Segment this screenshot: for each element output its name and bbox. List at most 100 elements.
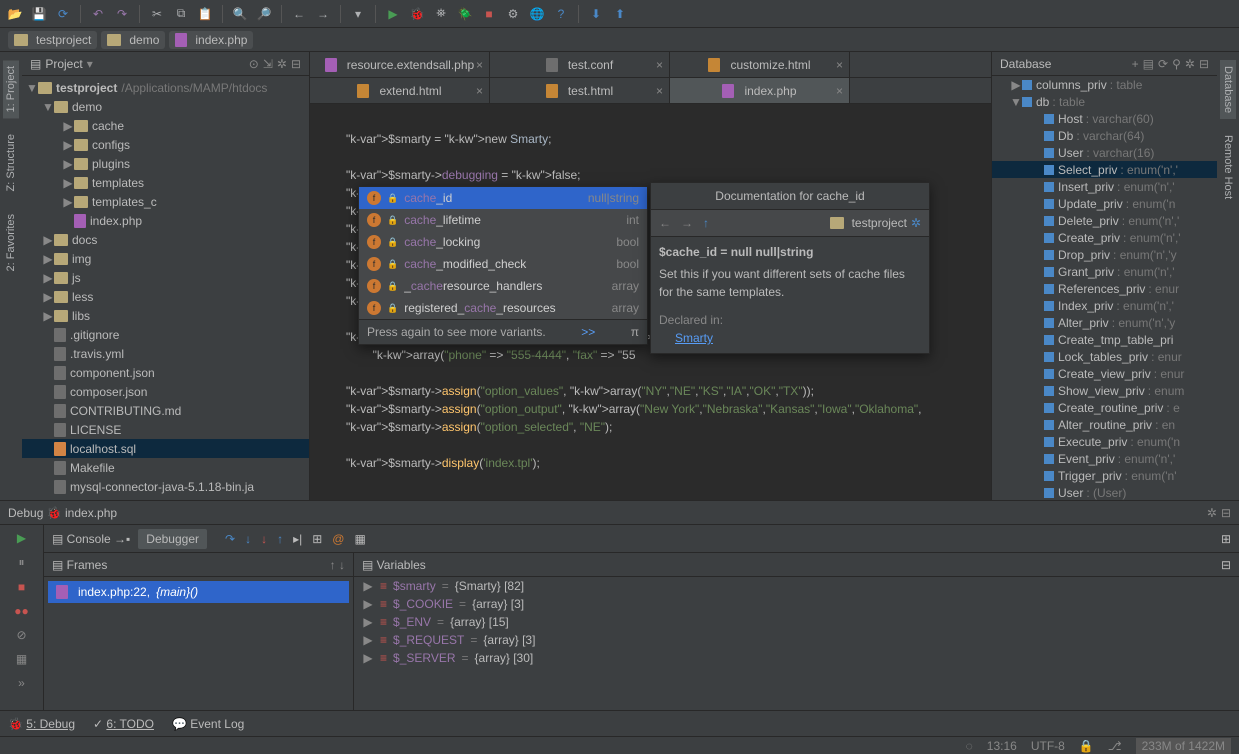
completion-item[interactable]: f 🔒 cache_modified_checkbool xyxy=(359,253,647,275)
completion-item[interactable]: f 🔒 cache_lifetimeint xyxy=(359,209,647,231)
db-row[interactable]: Trigger_priv: enum('n' xyxy=(992,467,1217,484)
code-line[interactable]: "k-var">$smarty = "k-kw">new Smarty; xyxy=(346,130,991,148)
resume-icon[interactable]: ▶ xyxy=(17,531,26,545)
tree-item[interactable]: ▶configs xyxy=(22,135,309,154)
editor-tab[interactable]: extend.html× xyxy=(310,78,490,103)
code-line[interactable] xyxy=(346,112,991,130)
project-tree[interactable]: ▼testproject/Applications/MAMP/htdocs ▼d… xyxy=(22,76,309,500)
code-line[interactable] xyxy=(346,364,991,382)
tree-item[interactable]: ▶js xyxy=(22,268,309,287)
tab-project[interactable]: 1: Project xyxy=(3,60,19,118)
restore-layout-icon[interactable]: ⊞ xyxy=(1221,532,1231,546)
variable-row[interactable]: ▶≡$_SERVER = {array} [30] xyxy=(354,649,1239,667)
db-row[interactable]: Drop_priv: enum('n','y xyxy=(992,246,1217,263)
db-add-icon[interactable]: + xyxy=(1132,57,1139,71)
tree-item[interactable]: localhost.sql xyxy=(22,439,309,458)
tab-structure[interactable]: Z: Structure xyxy=(3,128,19,197)
db-row[interactable]: Create_routine_priv: e xyxy=(992,399,1217,416)
db-row[interactable]: ▼db: table xyxy=(992,93,1217,110)
collapse-icon[interactable]: ⇲ xyxy=(263,57,273,71)
undo-icon[interactable]: ↶ xyxy=(89,5,107,23)
doc-up-icon[interactable]: ↑ xyxy=(703,214,709,232)
view-breakpoints-icon[interactable]: ●● xyxy=(14,604,29,618)
editor-tab[interactable]: index.php× xyxy=(670,78,850,103)
close-icon[interactable]: × xyxy=(836,58,843,72)
redo-icon[interactable]: ↷ xyxy=(113,5,131,23)
tab-database[interactable]: Database xyxy=(1220,60,1236,119)
tree-item[interactable]: mysql-connector-java-5.1.18-bin.ja xyxy=(22,477,309,496)
close-icon[interactable]: × xyxy=(656,58,663,72)
code-line[interactable]: "k-var">$smarty->assign("option_selected… xyxy=(346,418,991,436)
update-icon[interactable]: ⚙ xyxy=(504,5,522,23)
tree-item[interactable]: CONTRIBUTING.md xyxy=(22,401,309,420)
step-over-icon[interactable]: ↷ xyxy=(225,532,235,546)
close-icon[interactable]: × xyxy=(476,84,483,98)
status-debug[interactable]: 🐞 5: Debug xyxy=(8,717,75,731)
frame-item[interactable]: index.php:22, {main}() xyxy=(48,581,349,603)
tree-item[interactable]: ▶templates xyxy=(22,173,309,192)
doc-forward-icon[interactable]: → xyxy=(681,214,693,232)
save-icon[interactable]: 💾 xyxy=(30,5,48,23)
variable-row[interactable]: ▶≡$_REQUEST = {array} [3] xyxy=(354,631,1239,649)
editor-tab[interactable]: test.html× xyxy=(490,78,670,103)
tree-item[interactable]: ▶libs xyxy=(22,306,309,325)
hide-icon[interactable]: ⊟ xyxy=(291,57,301,71)
db-row[interactable]: Show_view_priv: enum xyxy=(992,382,1217,399)
db-row[interactable]: Update_priv: enum('n xyxy=(992,195,1217,212)
db-console-icon[interactable]: ▤ xyxy=(1143,57,1154,71)
database-tree[interactable]: ▶columns_priv: table▼db: tableHost: varc… xyxy=(992,76,1217,500)
code-line[interactable]: "k-var">$smarty->assign("option_output",… xyxy=(346,400,991,418)
target-icon[interactable]: ⊙ xyxy=(249,57,259,71)
db-filter-icon[interactable]: ⚲ xyxy=(1172,57,1181,71)
pause-icon[interactable]: ⏸ xyxy=(18,555,24,570)
tree-item[interactable]: component.json xyxy=(22,363,309,382)
paste-icon[interactable]: 📋 xyxy=(196,5,214,23)
db-row[interactable]: References_priv: enur xyxy=(992,280,1217,297)
help-icon[interactable]: ? xyxy=(552,5,570,23)
frame-up-icon[interactable]: ↑ xyxy=(330,558,336,572)
close-icon[interactable]: × xyxy=(476,58,483,72)
db-row[interactable]: Index_priv: enum('n',' xyxy=(992,297,1217,314)
more-icon[interactable]: » xyxy=(18,676,25,690)
doc-back-icon[interactable]: ← xyxy=(659,214,671,232)
db-row[interactable]: Select_priv: enum('n',' xyxy=(992,161,1217,178)
gear-icon[interactable]: ✲ xyxy=(277,57,287,71)
close-icon[interactable]: × xyxy=(656,84,663,98)
doc-link[interactable]: Smarty xyxy=(675,329,921,347)
debug-hide-icon[interactable]: ⊟ xyxy=(1221,506,1231,520)
db-gear-icon[interactable]: ✲ xyxy=(1185,57,1195,71)
tab-remote-host[interactable]: Remote Host xyxy=(1220,129,1236,205)
toggle-icon[interactable]: ▦ xyxy=(354,532,365,546)
completion-item[interactable]: f 🔒 registered_cache_resourcesarray xyxy=(359,297,647,319)
run-to-cursor-icon[interactable]: ▸| xyxy=(293,532,302,546)
stop-icon[interactable]: ■ xyxy=(18,580,25,594)
step-out-icon[interactable]: ↑ xyxy=(277,532,283,546)
code-line[interactable] xyxy=(346,148,991,166)
debugger-tab[interactable]: Debugger xyxy=(138,529,207,549)
debug2-icon[interactable]: 🪲 xyxy=(456,5,474,23)
step-into-icon[interactable]: ↓ xyxy=(245,532,251,546)
db-row[interactable]: Host: varchar(60) xyxy=(992,110,1217,127)
tree-item[interactable]: composer.json xyxy=(22,382,309,401)
code-editor[interactable]: f 🔒 cache_idnull|stringf 🔒 cache_lifetim… xyxy=(310,104,991,500)
more-variants-link[interactable]: >> xyxy=(581,323,595,341)
evaluate-icon[interactable]: ⊞ xyxy=(312,532,322,546)
coverage-icon[interactable]: ⛯ xyxy=(432,5,450,23)
open-icon[interactable]: 📂 xyxy=(6,5,24,23)
db-row[interactable]: User: (User) xyxy=(992,484,1217,500)
completion-item[interactable]: f 🔒 cache_lockingbool xyxy=(359,231,647,253)
crumb-file[interactable]: index.php xyxy=(169,31,253,49)
footer-lock-icon[interactable]: 🔒 xyxy=(1079,739,1094,753)
crumb-demo[interactable]: demo xyxy=(101,31,165,49)
tree-demo[interactable]: ▼demo xyxy=(22,97,309,116)
db-row[interactable]: Lock_tables_priv: enur xyxy=(992,348,1217,365)
debug-icon[interactable]: 🐞 xyxy=(408,5,426,23)
code-line[interactable]: "k-var">$smarty->assign("option_values",… xyxy=(346,382,991,400)
db-row[interactable]: Delete_priv: enum('n',' xyxy=(992,212,1217,229)
copy-icon[interactable]: ⧉ xyxy=(172,5,190,23)
mute-breakpoints-icon[interactable]: ⊘ xyxy=(16,628,26,642)
completion-item[interactable]: f 🔒 cache_idnull|string xyxy=(359,187,647,209)
tree-item[interactable]: ▶templates_c xyxy=(22,192,309,211)
status-eventlog[interactable]: 💬 Event Log xyxy=(172,717,244,731)
browser-icon[interactable]: 🌐 xyxy=(528,5,546,23)
